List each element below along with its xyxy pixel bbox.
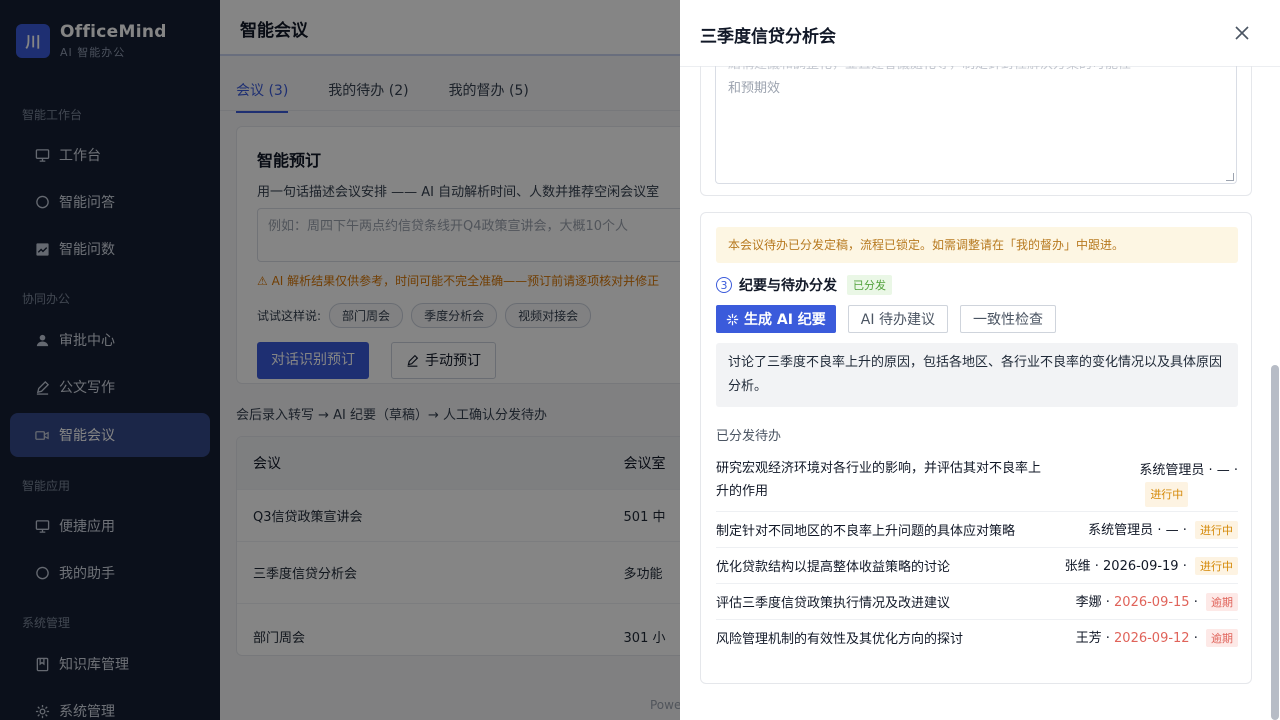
generate-ai-summary-button[interactable]: 生成 AI 纪要 xyxy=(716,305,836,333)
list-item[interactable]: 制定针对不同地区的不良率上升问题的具体应对策略 系统管理员 · — · 进行中 xyxy=(716,511,1238,545)
todo-text: 风险管理机制的有效性及其优化方向的探讨 xyxy=(716,632,964,647)
ai-todo-suggest-button[interactable]: AI 待办建议 xyxy=(847,305,948,333)
meeting-summary: 讨论了三季度不良率上升的原因，包括各地区、各行业不良率的变化情况以及具体原因分析… xyxy=(716,343,1238,407)
list-item[interactable]: 研究宏观经济环境对各行业的影响，并评估其对不良率上 升的作用 系统管理员 · —… xyxy=(716,451,1238,509)
ai-toolbar: 生成 AI 纪要 AI 待办建议 一致性检查 xyxy=(716,305,1056,333)
generate-label: 生成 AI 纪要 xyxy=(744,312,826,328)
todo-text: 评估三季度信贷政策执行情况及改进建议 xyxy=(716,596,951,611)
status-badge: 逾期 xyxy=(1206,629,1238,647)
status-badge: 进行中 xyxy=(1195,557,1238,575)
todo-date: — xyxy=(1165,523,1179,538)
meeting-detail-drawer: 三季度信贷分析会 結構建議和調整化，並且建會議處化等，制定針對性解決方案的可能性… xyxy=(680,0,1280,720)
consistency-check-button[interactable]: 一致性检查 xyxy=(959,305,1056,333)
list-item[interactable]: 评估三季度信贷政策执行情况及改进建议 李娜 · 2026-09-15 · 逾期 xyxy=(716,583,1238,617)
todo-text: 制定针对不同地区的不良率上升问题的具体应对策略 xyxy=(716,524,1016,539)
scrollbar-thumb[interactable] xyxy=(1271,365,1279,720)
step-title: 纪要与待办分发 xyxy=(739,278,837,294)
drawer-title: 三季度信贷分析会 xyxy=(700,27,836,47)
close-icon[interactable] xyxy=(1233,24,1253,44)
notes-clipped-line: 結構建議和調整化，並且建會議處化等，制定針對性解決方案的可能性 xyxy=(728,66,1224,76)
todo-meta: 系统管理员 · — · 进行中 xyxy=(1088,519,1238,539)
status-badge: 逾期 xyxy=(1206,593,1238,611)
locked-notice: 本会议待办已分发定稿，流程已锁定。如需调整请在「我的督办」中跟进。 xyxy=(716,227,1238,263)
notes-textarea[interactable]: 結構建議和調整化，並且建會議處化等，制定針對性解決方案的可能性 和预期效 xyxy=(715,66,1237,184)
todo-text-line2: 升的作用 xyxy=(716,484,769,499)
todo-text: 研究宏观经济环境对各行业的影响，并评估其对不良率上 升的作用 xyxy=(716,457,1076,503)
todo-meta: 张维 · 2026-09-19 · 进行中 xyxy=(1065,555,1238,575)
status-badge: 进行中 xyxy=(1145,482,1189,507)
todo-owner: 系统管理员 xyxy=(1088,523,1154,538)
status-badge: 已分发 xyxy=(847,275,892,295)
todo-date: — xyxy=(1216,463,1230,478)
todo-meta: 李娜 · 2026-09-15 · 逾期 xyxy=(1076,591,1238,611)
todo-text-line1: 研究宏观经济环境对各行业的影响，并评估其对不良率上 xyxy=(716,461,1042,476)
distributed-todos-label: 已分发待办 xyxy=(716,429,782,444)
notes-tail-line: 和预期效 xyxy=(728,81,781,96)
step-number: 3 xyxy=(716,277,732,293)
todo-text: 优化贷款结构以提高整体收益策略的讨论 xyxy=(716,560,951,575)
previous-section-card: 結構建議和調整化，並且建會議處化等，制定針對性解決方案的可能性 和预期效 xyxy=(700,66,1252,196)
step-header: 3 纪要与待办分发 已分发 xyxy=(716,275,892,295)
distribution-card: 本会议待办已分发定稿，流程已锁定。如需调整请在「我的督办」中跟进。 3 纪要与待… xyxy=(700,212,1252,684)
todo-meta: 系统管理员 · — · 进行中 xyxy=(1139,459,1238,507)
resize-handle[interactable] xyxy=(1226,173,1234,181)
todo-meta: 王芳 · 2026-09-12 · 逾期 xyxy=(1076,627,1238,647)
todo-date: 2026-09-15 xyxy=(1114,595,1190,610)
todo-date: 2026-09-19 xyxy=(1103,559,1179,574)
list-item[interactable]: 优化贷款结构以提高整体收益策略的讨论 张维 · 2026-09-19 · 进行中 xyxy=(716,547,1238,581)
todo-date: 2026-09-12 xyxy=(1114,631,1190,646)
todo-owner: 张维 xyxy=(1064,559,1091,574)
todo-owner: 李娜 xyxy=(1075,595,1102,610)
status-badge: 进行中 xyxy=(1195,521,1238,539)
todo-owner: 王芳 xyxy=(1075,631,1102,646)
list-item[interactable]: 风险管理机制的有效性及其优化方向的探讨 王芳 · 2026-09-12 · 逾期 xyxy=(716,619,1238,653)
sparkle-icon xyxy=(726,313,739,326)
todo-owner: 系统管理员 xyxy=(1139,463,1205,478)
